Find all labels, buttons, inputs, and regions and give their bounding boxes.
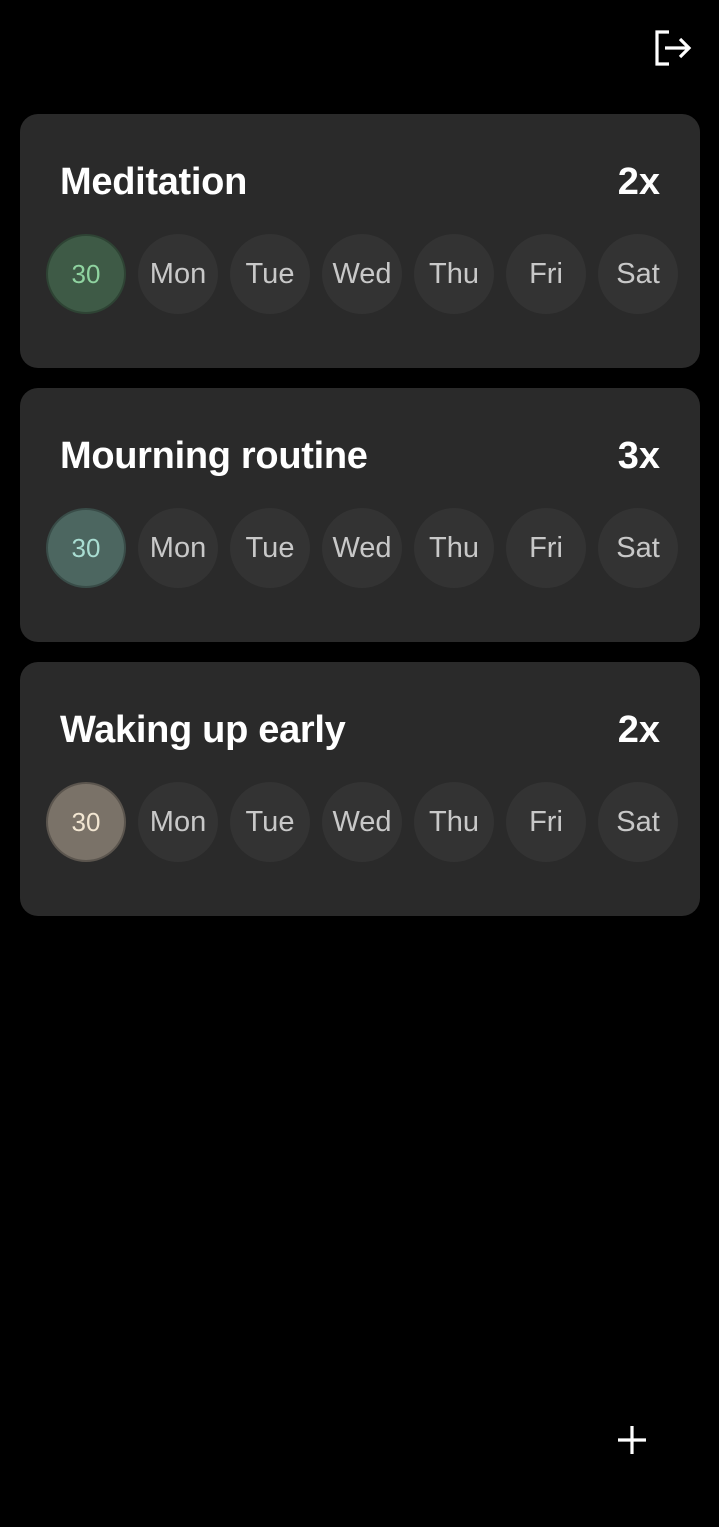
habit-card-meditation[interactable]: Meditation 2x 30 Mon Tue Wed Thu Fri Sat [20,114,700,368]
habit-count: 3x [617,435,660,477]
logout-button[interactable] [648,26,696,70]
day-wed[interactable]: Wed [322,508,402,588]
day-tue[interactable]: Tue [230,508,310,588]
habit-list: Meditation 2x 30 Mon Tue Wed Thu Fri Sat… [20,114,700,936]
day-wed[interactable]: Wed [322,234,402,314]
logout-icon [655,30,692,66]
day-thu[interactable]: Thu [414,508,494,588]
day-sat[interactable]: Sat [598,782,678,862]
habit-title: Meditation [60,161,247,203]
day-today[interactable]: 30 [46,508,126,588]
habit-card-waking-up-early[interactable]: Waking up early 2x 30 Mon Tue Wed Thu Fr… [20,662,700,916]
day-today[interactable]: 30 [46,782,126,862]
top-bar [0,0,719,100]
day-row: 30 Mon Tue Wed Thu Fri Sat [46,234,678,314]
day-thu[interactable]: Thu [414,782,494,862]
day-tue[interactable]: Tue [230,234,310,314]
day-fri[interactable]: Fri [506,508,586,588]
habit-count: 2x [617,709,660,751]
day-mon[interactable]: Mon [138,782,218,862]
day-row: 30 Mon Tue Wed Thu Fri Sat [46,782,678,862]
habit-card-mourning-routine[interactable]: Mourning routine 3x 30 Mon Tue Wed Thu F… [20,388,700,642]
day-mon[interactable]: Mon [138,234,218,314]
day-fri[interactable]: Fri [506,234,586,314]
day-tue[interactable]: Tue [230,782,310,862]
day-row: 30 Mon Tue Wed Thu Fri Sat [46,508,678,588]
day-sat[interactable]: Sat [598,508,678,588]
habit-title: Mourning routine [60,435,368,477]
day-thu[interactable]: Thu [414,234,494,314]
day-fri[interactable]: Fri [506,782,586,862]
day-mon[interactable]: Mon [138,508,218,588]
plus-icon [618,1426,646,1454]
day-wed[interactable]: Wed [322,782,402,862]
habit-count: 2x [617,161,660,203]
add-habit-button[interactable] [604,1412,660,1468]
habit-title: Waking up early [60,709,346,751]
day-today[interactable]: 30 [46,234,126,314]
day-sat[interactable]: Sat [598,234,678,314]
